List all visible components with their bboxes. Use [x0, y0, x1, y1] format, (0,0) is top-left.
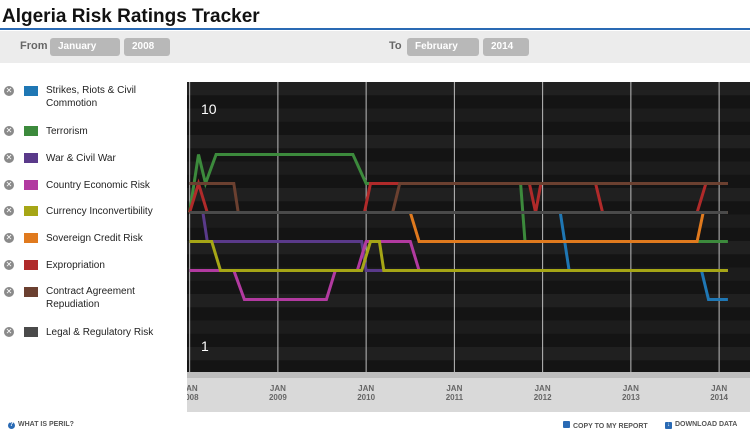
remove-icon[interactable]: ✕	[4, 126, 14, 136]
x-tick-label: 2014	[710, 393, 728, 402]
remove-icon[interactable]: ✕	[4, 260, 14, 270]
to-month-select[interactable]: February	[407, 38, 479, 56]
x-tick-label: JAN	[623, 384, 639, 393]
plot-band	[187, 347, 750, 361]
x-tick-label: 2012	[534, 393, 552, 402]
plot-band	[187, 214, 750, 228]
legend-label: Expropriation	[46, 260, 105, 271]
download-data-label: DOWNLOAD DATA	[675, 421, 738, 428]
y-tick-label: 1	[201, 338, 209, 354]
copy-to-report-link[interactable]: COPY TO MY REPORT	[563, 421, 648, 430]
plot-scrollbar-track	[187, 372, 750, 378]
plot-band	[187, 161, 750, 175]
plot-band	[187, 188, 750, 202]
x-tick-label: JAN	[446, 384, 462, 393]
question-icon: ?	[8, 422, 15, 429]
plot-band	[187, 108, 750, 122]
plot-band	[187, 320, 750, 334]
legend-item-legal[interactable]: ✕ Legal & Regulatory Risk	[0, 326, 180, 356]
legend-label: Legal & Regulatory Risk	[46, 327, 154, 338]
remove-icon[interactable]: ✕	[4, 86, 14, 96]
x-tick-label: JAN	[535, 384, 551, 393]
remove-icon[interactable]: ✕	[4, 287, 14, 297]
legend-item-strikes[interactable]: ✕ Strikes, Riots & Civil Commotion	[0, 84, 180, 114]
risk-chart[interactable]: JAN2008JAN2009JAN2010JAN2011JAN2012JAN20…	[181, 82, 750, 417]
legend-label: Sovereign Credit Risk	[46, 233, 143, 244]
x-tick-label: JAN	[358, 384, 374, 393]
legend-label: Terrorism	[46, 126, 88, 137]
plot-band	[187, 135, 750, 149]
x-tick-label: JAN	[711, 384, 727, 393]
x-tick-label: JAN	[187, 384, 198, 393]
legend-swatch	[24, 206, 38, 216]
legend-label: War & Civil War	[46, 153, 116, 164]
document-icon	[563, 421, 570, 428]
plot-band	[187, 82, 750, 96]
x-tick-label: 2013	[622, 393, 640, 402]
legend-swatch	[24, 233, 38, 243]
legend-label: Currency Inconvertibility	[46, 206, 153, 217]
legend-item-currency[interactable]: ✕ Currency Inconvertibility	[0, 205, 180, 235]
remove-icon[interactable]: ✕	[4, 153, 14, 163]
legend-swatch	[24, 126, 38, 136]
x-tick-label: 2008	[187, 393, 199, 402]
legend-swatch	[24, 327, 38, 337]
legend-swatch	[24, 153, 38, 163]
download-data-link[interactable]: ↓ DOWNLOAD DATA	[665, 421, 737, 429]
legend-item-terrorism[interactable]: ✕ Terrorism	[0, 125, 180, 155]
legend-label: Country Economic Risk	[46, 180, 150, 191]
page-title: Algeria Risk Ratings Tracker	[2, 6, 260, 27]
what-is-peril-link[interactable]: ? WHAT IS PERIL?	[8, 421, 74, 429]
remove-icon[interactable]: ✕	[4, 180, 14, 190]
legend-item-war[interactable]: ✕ War & Civil War	[0, 152, 180, 182]
legend-swatch	[24, 180, 38, 190]
legend-swatch	[24, 287, 38, 297]
title-divider	[0, 28, 750, 30]
what-is-peril-label: WHAT IS PERIL?	[18, 421, 74, 428]
x-tick-label: 2011	[446, 393, 464, 402]
to-label: To	[389, 40, 402, 52]
to-year-select[interactable]: 2014	[483, 38, 529, 56]
x-tick-label: JAN	[270, 384, 286, 393]
download-icon: ↓	[665, 422, 672, 429]
legend-label: Strikes, Riots & Civil Commotion	[46, 85, 137, 109]
copy-to-report-label: COPY TO MY REPORT	[573, 423, 648, 430]
remove-icon[interactable]: ✕	[4, 327, 14, 337]
legend-swatch	[24, 260, 38, 270]
remove-icon[interactable]: ✕	[4, 233, 14, 243]
risk-chart-svg[interactable]: JAN2008JAN2009JAN2010JAN2011JAN2012JAN20…	[181, 82, 750, 412]
legend-swatch	[24, 86, 38, 96]
x-tick-label: 2009	[269, 393, 287, 402]
from-month-select[interactable]: January	[50, 38, 120, 56]
from-year-select[interactable]: 2008	[124, 38, 170, 56]
y-tick-label: 10	[201, 101, 217, 117]
legend-item-contract[interactable]: ✕ Contract Agreement Repudiation	[0, 285, 180, 315]
legend-item-sovereign[interactable]: ✕ Sovereign Credit Risk	[0, 232, 180, 262]
x-tick-label: 2010	[357, 393, 375, 402]
from-label: From	[20, 40, 48, 52]
legend-label: Contract Agreement Repudiation	[46, 286, 135, 310]
remove-icon[interactable]: ✕	[4, 206, 14, 216]
